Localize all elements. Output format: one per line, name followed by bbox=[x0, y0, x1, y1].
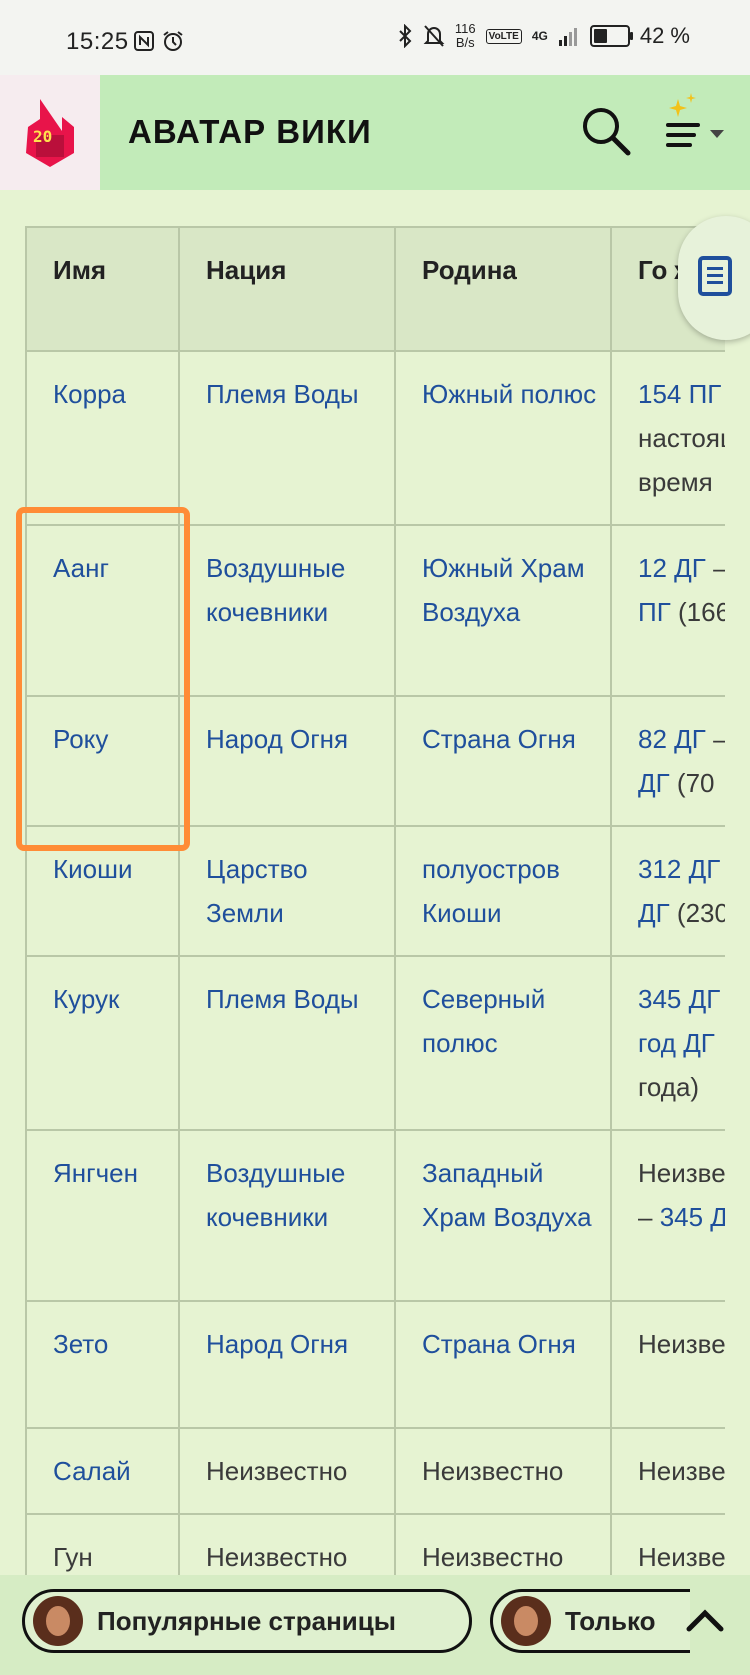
nfc-icon bbox=[134, 31, 154, 51]
status-right-icons: 116 B/s VoLTE 4G 42 % bbox=[397, 22, 690, 50]
only-button[interactable]: Только bbox=[490, 1589, 690, 1653]
toc-button[interactable] bbox=[678, 216, 750, 340]
badge-number: 20 bbox=[33, 127, 53, 146]
selection-highlight bbox=[16, 507, 190, 851]
link-korra[interactable]: Корра bbox=[53, 379, 126, 409]
table-row: Янгчен Воздушные кочевники Западный Храм… bbox=[25, 1129, 725, 1302]
popular-pages-label: Популярные страницы bbox=[97, 1605, 396, 1636]
link-homeland[interactable]: Западный Храм Воздуха bbox=[422, 1158, 592, 1232]
link-zeto[interactable]: Зето bbox=[53, 1329, 108, 1359]
header-homeland: Родина bbox=[394, 226, 612, 352]
avatars-table-container[interactable]: Имя Нация Родина Го жи Корра Племя Воды … bbox=[25, 226, 725, 1586]
header-nation: Нация bbox=[178, 226, 396, 352]
status-left-icons bbox=[133, 30, 185, 52]
link-kyoshi[interactable]: Киоши bbox=[53, 854, 133, 884]
table-row: Корра Племя Воды Южный полюс 154 ПГ –нас… bbox=[25, 350, 725, 526]
link-nation[interactable]: Царство Земли bbox=[206, 854, 308, 928]
signal-icon bbox=[558, 28, 577, 46]
popular-pages-button[interactable]: Популярные страницы bbox=[22, 1589, 472, 1653]
link-nation[interactable]: Народ Огня bbox=[206, 724, 348, 754]
mute-icon bbox=[423, 25, 445, 47]
years-cell: Неизве bbox=[610, 1427, 725, 1515]
table-row: Зето Народ Огня Страна Огня Неизве bbox=[25, 1300, 725, 1429]
link-homeland[interactable]: полуостров Киоши bbox=[422, 854, 560, 928]
avatar bbox=[501, 1596, 551, 1646]
net-speed-unit: B/s bbox=[455, 35, 475, 50]
net-speed-value: 116 bbox=[454, 21, 476, 36]
homeland-cell: Неизвестно bbox=[394, 1427, 612, 1515]
bottom-bar: Популярные страницы Только bbox=[0, 1575, 750, 1675]
link-homeland[interactable]: Южный полюс bbox=[422, 379, 596, 409]
battery-percent: 42 % bbox=[639, 23, 690, 48]
wiki-header: 20 АВАТАР ВИКИ bbox=[0, 75, 750, 190]
link-nation[interactable]: Племя Воды bbox=[206, 984, 359, 1014]
table-header-row: Имя Нация Родина Го жи bbox=[25, 226, 725, 352]
avatars-table: Имя Нация Родина Го жи Корра Племя Воды … bbox=[25, 226, 725, 1586]
avatar bbox=[33, 1596, 83, 1646]
table-row: Курук Племя Воды Северный полюс 345 ДГ го… bbox=[25, 955, 725, 1131]
bluetooth-icon bbox=[399, 24, 412, 48]
search-icon[interactable] bbox=[580, 105, 632, 157]
net-speed: 116 B/s bbox=[455, 22, 476, 50]
link-nation[interactable]: Племя Воды bbox=[206, 379, 359, 409]
only-label: Только bbox=[565, 1605, 656, 1636]
link-salai[interactable]: Салай bbox=[53, 1456, 131, 1486]
network-type: 4G bbox=[531, 29, 548, 43]
battery-icon bbox=[589, 25, 633, 47]
nation-cell: Неизвестно bbox=[178, 1427, 396, 1515]
link-homeland[interactable]: Страна Огня bbox=[422, 724, 576, 754]
link-yangchen[interactable]: Янгчен bbox=[53, 1158, 138, 1188]
volte-badge: VoLTE bbox=[485, 28, 522, 44]
years-cell: Неизве bbox=[610, 1300, 725, 1429]
header-name: Имя bbox=[25, 226, 180, 352]
alarm-icon bbox=[163, 31, 183, 51]
toc-icon bbox=[698, 256, 732, 296]
wiki-title[interactable]: АВАТАР ВИКИ bbox=[128, 113, 372, 151]
wiki-logo[interactable]: 20 bbox=[0, 75, 100, 190]
table-row: Салай Неизвестно Неизвестно Неизве bbox=[25, 1427, 725, 1515]
status-time: 15:25 bbox=[66, 28, 129, 55]
link-nation[interactable]: Воздушные кочевники bbox=[206, 553, 345, 627]
menu-icon[interactable] bbox=[660, 93, 730, 163]
link-homeland[interactable]: Южный Храм Воздуха bbox=[422, 553, 585, 627]
link-homeland[interactable]: Страна Огня bbox=[422, 1329, 576, 1359]
link-homeland[interactable]: Северный полюс bbox=[422, 984, 545, 1058]
link-kuruk[interactable]: Курук bbox=[53, 984, 119, 1014]
link-nation[interactable]: Народ Огня bbox=[206, 1329, 348, 1359]
status-bar: 15:25 116 B/s VoLTE 4G 42 % bbox=[0, 0, 750, 75]
link-nation[interactable]: Воздушные кочевники bbox=[206, 1158, 345, 1232]
chevron-up-icon[interactable] bbox=[685, 1605, 725, 1635]
